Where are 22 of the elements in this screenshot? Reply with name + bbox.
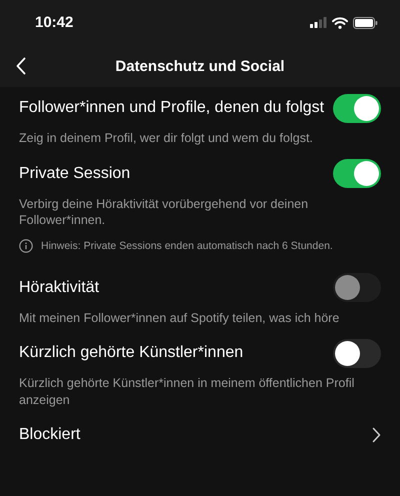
info-icon: [19, 238, 33, 252]
setting-label: Private Session: [19, 164, 130, 182]
signal-icon: [310, 17, 327, 28]
setting-label: Blockiert: [19, 426, 80, 444]
page-title: Datenschutz und Social: [115, 58, 285, 74]
wifi-icon: [332, 16, 348, 28]
setting-label: Höraktivität: [19, 278, 100, 296]
status-time: 10:42: [35, 14, 74, 31]
setting-description: Zeig in deinem Profil, wer dir folgt und wem du folgst.: [19, 130, 314, 146]
toggle-switch[interactable]: [333, 159, 381, 188]
hint-text: Hinweis: Private Sessions enden automatisch nach 6 Stunden.: [41, 240, 333, 252]
chevron-right-icon: [372, 427, 381, 443]
settings-link-row[interactable]: Blockiert: [19, 418, 381, 452]
setting-description: Verbirg deine Höraktivität vorübergehend vor deinen Follower*innen.: [19, 196, 310, 228]
setting-label: Kürzlich gehörte Künstler*innen: [19, 344, 244, 362]
setting-label: Follower*innen und Profile, denen du folgst: [19, 99, 324, 117]
setting-description: Mit meinen Follower*innen auf Spotify teilen, was ich höre: [19, 310, 340, 326]
setting-description: Kürzlich gehörte Künstler*innen in meinem öffentlichen Profil anzeigen: [19, 375, 356, 408]
toggle-switch[interactable]: [333, 94, 381, 122]
toggle-switch[interactable]: [333, 338, 381, 368]
back-button[interactable]: [14, 56, 28, 76]
battery-icon: [353, 16, 378, 28]
